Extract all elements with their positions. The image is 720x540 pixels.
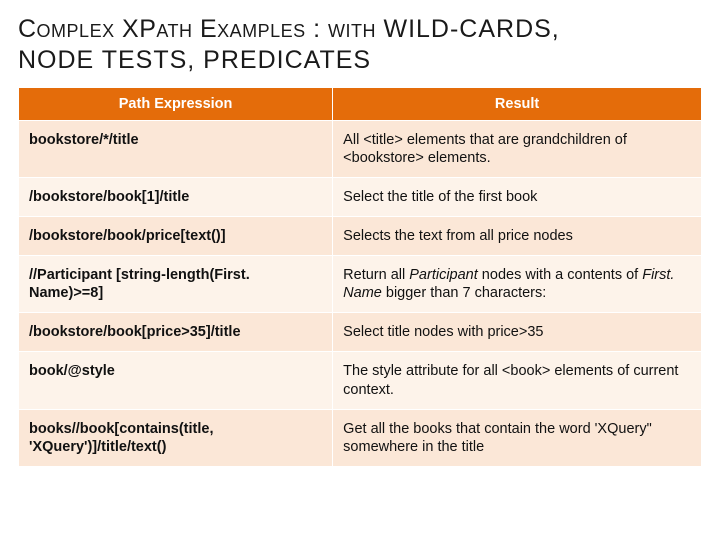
cell-result: All <title> elements that are grandchild…: [333, 120, 702, 177]
cell-expression: /bookstore/book[1]/title: [19, 177, 333, 216]
cell-result: Return all Participant nodes with a cont…: [333, 256, 702, 313]
cell-expression: books//book[contains(title, 'XQuery')]/t…: [19, 409, 333, 466]
title-part-1: Complex XPath Examples : with: [18, 15, 383, 43]
table-row: /bookstore/book[price>35]/title Select t…: [19, 313, 702, 352]
result-text: nodes with a contents of: [478, 267, 642, 283]
table-row: bookstore/*/title All <title> elements t…: [19, 120, 702, 177]
cell-result: The style attribute for all <book> eleme…: [333, 352, 702, 409]
cell-result: Select title nodes with price>35: [333, 313, 702, 352]
result-em: Participant: [409, 267, 478, 283]
title-line-2: NODE TESTS, PREDICATES: [18, 45, 702, 76]
table-row: book/@style The style attribute for all …: [19, 352, 702, 409]
result-text: Return all: [343, 267, 409, 283]
cell-expression: book/@style: [19, 352, 333, 409]
header-expression: Path Expression: [19, 87, 333, 120]
xpath-table: Path Expression Result bookstore/*/title…: [18, 87, 702, 467]
cell-result: Select the title of the first book: [333, 177, 702, 216]
table-header-row: Path Expression Result: [19, 87, 702, 120]
result-text: bigger than 7 characters:: [382, 285, 546, 301]
table-row: /bookstore/book[1]/title Select the titl…: [19, 177, 702, 216]
cell-expression: /bookstore/book/price[text()]: [19, 216, 333, 255]
cell-result: Selects the text from all price nodes: [333, 216, 702, 255]
cell-expression: /bookstore/book[price>35]/title: [19, 313, 333, 352]
slide: Complex XPath Examples : with WILD-CARDS…: [0, 0, 720, 540]
slide-title: Complex XPath Examples : with WILD-CARDS…: [18, 10, 702, 87]
table-row: //Participant [string-length(First. Name…: [19, 256, 702, 313]
cell-result: Get all the books that contain the word …: [333, 409, 702, 466]
header-result: Result: [333, 87, 702, 120]
title-line-1: Complex XPath Examples : with WILD-CARDS…: [18, 14, 702, 45]
title-part-2: WILD-CARDS,: [383, 15, 559, 43]
cell-expression: bookstore/*/title: [19, 120, 333, 177]
table-row: books//book[contains(title, 'XQuery')]/t…: [19, 409, 702, 466]
cell-expression: //Participant [string-length(First. Name…: [19, 256, 333, 313]
table-row: /bookstore/book/price[text()] Selects th…: [19, 216, 702, 255]
